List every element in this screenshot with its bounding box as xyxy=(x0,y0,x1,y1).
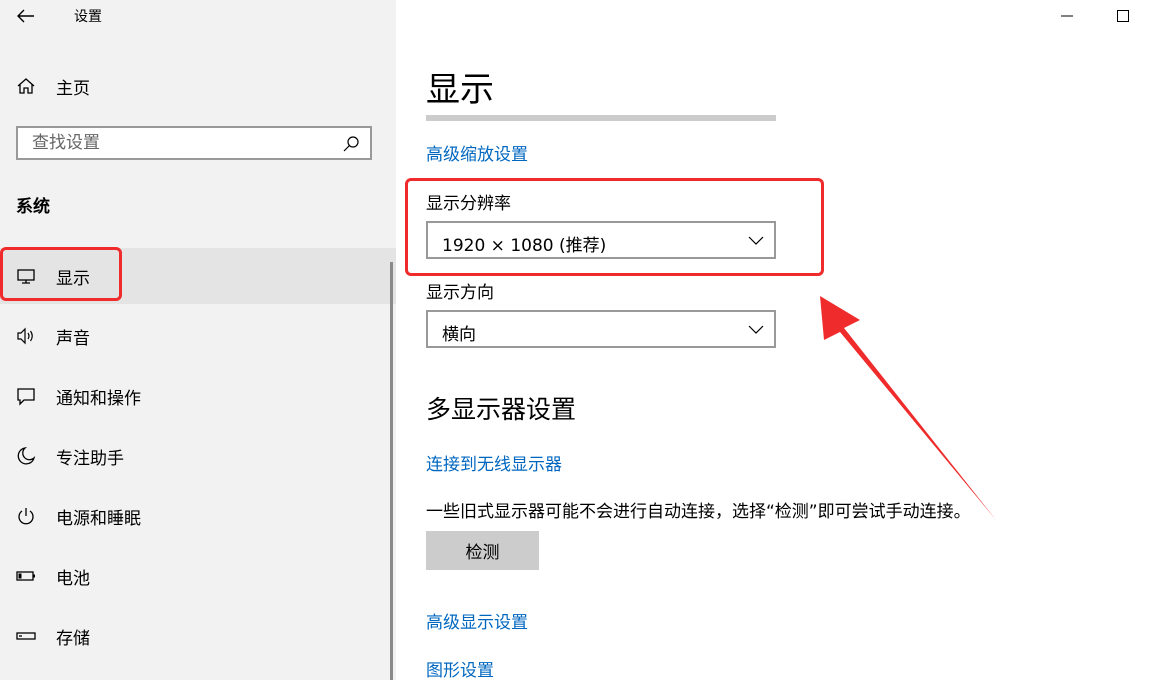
orientation-dropdown[interactable]: 横向 xyxy=(426,310,776,348)
sidebar-item-battery[interactable]: 电池 xyxy=(0,548,396,604)
window-title: 设置 xyxy=(74,9,102,25)
page-title: 显示 xyxy=(426,70,494,110)
speaker-icon xyxy=(16,326,36,346)
chevron-down-icon xyxy=(748,236,764,245)
resolution-label: 显示分辨率 xyxy=(426,194,511,214)
sidebar-item-label: 主页 xyxy=(56,79,90,99)
multi-display-heading: 多显示器设置 xyxy=(426,395,577,424)
red-arrow-annotation xyxy=(820,296,996,520)
battery-icon xyxy=(16,566,36,586)
sidebar-item-notifications[interactable]: 通知和操作 xyxy=(0,368,396,424)
sidebar-item-label: 专注助手 xyxy=(56,449,124,469)
home-icon xyxy=(16,76,36,96)
loading-progress-bar xyxy=(426,115,776,121)
detect-description: 一些旧式显示器可能不会进行自动连接，选择“检测”即可尝试手动连接。 xyxy=(426,502,971,522)
chevron-down-icon xyxy=(748,325,764,334)
orientation-value: 横向 xyxy=(442,325,476,345)
sidebar-item-label: 通知和操作 xyxy=(56,389,141,409)
back-arrow-icon xyxy=(17,9,34,23)
resolution-dropdown[interactable]: 1920 × 1080 (推荐) xyxy=(426,221,776,259)
orientation-label: 显示方向 xyxy=(426,283,494,303)
advanced-display-link[interactable]: 高级显示设置 xyxy=(426,608,528,633)
storage-icon xyxy=(16,626,36,646)
maximize-button[interactable] xyxy=(1106,2,1140,30)
sidebar-item-label: 显示 xyxy=(56,269,90,289)
wireless-display-link[interactable]: 连接到无线显示器 xyxy=(426,450,562,475)
search-input[interactable] xyxy=(18,128,332,158)
loading-progress-fill xyxy=(426,115,776,121)
resolution-value: 1920 × 1080 (推荐) xyxy=(442,236,607,256)
back-button[interactable] xyxy=(10,2,42,30)
sidebar-item-label: 电池 xyxy=(56,569,90,589)
power-icon xyxy=(16,506,36,526)
sidebar-item-sound[interactable]: 声音 xyxy=(0,308,396,364)
sidebar-item-label: 电源和睡眠 xyxy=(56,509,141,529)
sidebar-scrollbar[interactable] xyxy=(390,262,393,680)
advanced-scaling-link[interactable]: 高级缩放设置 xyxy=(426,140,528,165)
minimize-icon xyxy=(1061,15,1073,17)
graphics-settings-link[interactable]: 图形设置 xyxy=(426,656,494,681)
search-icon[interactable] xyxy=(342,135,360,153)
minimize-button[interactable] xyxy=(1050,2,1084,30)
sidebar-item-power-sleep[interactable]: 电源和睡眠 xyxy=(0,488,396,544)
search-box[interactable] xyxy=(16,126,372,160)
sidebar-item-focus-assist[interactable]: 专注助手 xyxy=(0,428,396,484)
section-label: 系统 xyxy=(16,197,50,217)
detect-button[interactable]: 检测 xyxy=(426,531,539,570)
sidebar-item-label: 声音 xyxy=(56,329,90,349)
sidebar-item-display[interactable]: 显示 xyxy=(0,248,396,304)
sidebar: 设置 主页 系统 显示 声音 通知和操作 专注助 xyxy=(0,0,396,680)
sidebar-item-home[interactable]: 主页 xyxy=(0,58,396,114)
monitor-icon xyxy=(16,266,36,286)
notification-icon xyxy=(16,386,36,406)
maximize-icon xyxy=(1117,10,1129,22)
sidebar-item-label: 存储 xyxy=(56,629,90,649)
moon-icon xyxy=(16,446,36,466)
sidebar-item-storage[interactable]: 存储 xyxy=(0,608,396,664)
